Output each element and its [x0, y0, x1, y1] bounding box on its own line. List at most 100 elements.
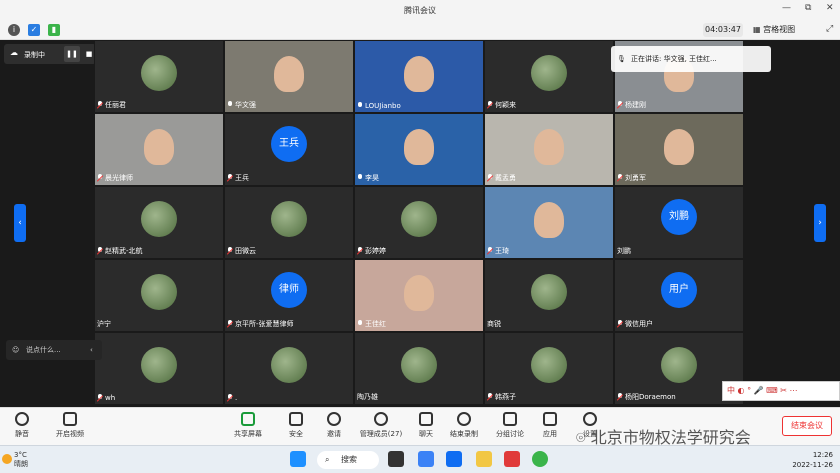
meeting-timer: 04:03:47	[703, 23, 743, 37]
maximize-button[interactable]: ⧉	[805, 3, 811, 13]
weather-text: 晴朗	[14, 460, 28, 468]
participant-name: 赵精武-北航	[105, 247, 143, 255]
breakout-button[interactable]: 分组讨论	[488, 410, 532, 439]
participant-label: 陶乃雄	[357, 392, 378, 402]
participant-tile[interactable]: 任丽君	[94, 40, 224, 113]
mic-muted-icon	[617, 393, 623, 401]
participant-tile[interactable]: 王佳红	[354, 259, 484, 332]
record-label: 结束录制	[450, 430, 478, 438]
invite-button[interactable]: 邀请	[312, 410, 356, 439]
participant-label: 晨光律师	[97, 173, 133, 183]
participant-label: 赵精武-北航	[97, 246, 143, 256]
close-button[interactable]: ✕	[826, 3, 834, 13]
participant-tile[interactable]: 赵精武-北航	[94, 186, 224, 259]
participant-tile[interactable]: 商锐	[484, 259, 614, 332]
avatar	[531, 346, 567, 383]
apps-icon	[543, 412, 557, 426]
participant-label: 刘鹏	[617, 246, 631, 256]
participant-label: 田微云	[227, 246, 256, 256]
mic-muted-icon	[617, 320, 623, 328]
avatar	[271, 200, 307, 237]
security-label: 安全	[289, 430, 303, 438]
wechat-taskbar-icon[interactable]	[532, 451, 548, 467]
info-icon[interactable]: i	[8, 24, 20, 36]
windows-taskbar: 3°C 晴朗 ⌕ 搜索 12:26 2022-11-26	[0, 445, 840, 473]
active-speaker-banner: 🎙 正在讲话: 华文强, 王佳红...	[611, 46, 771, 72]
participant-tile[interactable]: 用户微信用户	[614, 259, 744, 332]
participant-tile[interactable]: 戴孟勇	[484, 113, 614, 186]
tencent-meeting-taskbar-icon[interactable]	[446, 451, 462, 467]
participant-tile[interactable]: 沪宁	[94, 259, 224, 332]
weather-widget[interactable]: 3°C 晴朗	[14, 451, 28, 469]
participant-tile[interactable]: wh	[94, 332, 224, 405]
record-icon	[457, 412, 471, 426]
mic-muted-icon	[227, 247, 233, 255]
text-avatar: 律师	[271, 271, 307, 308]
breakout-icon	[503, 412, 517, 426]
participant-name: 微信用户	[625, 320, 653, 328]
participant-name: 戴孟勇	[495, 174, 516, 182]
participant-tile[interactable]: 李昊	[354, 113, 484, 186]
participant-name: 刘鹏	[617, 247, 631, 255]
mic-muted-icon	[487, 174, 493, 182]
mic-muted-icon	[357, 247, 363, 255]
participant-tile[interactable]: 陶乃雄	[354, 332, 484, 405]
folder-icon[interactable]	[476, 451, 492, 467]
participant-tile[interactable]: 彭婷婷	[354, 186, 484, 259]
participant-name: 沪宁	[97, 320, 111, 328]
mic-muted-icon	[97, 394, 103, 402]
participant-tile[interactable]: 王琦	[484, 186, 614, 259]
end-meeting-button[interactable]: 结束会议	[782, 416, 832, 436]
start-icon[interactable]	[290, 451, 306, 467]
participant-tile[interactable]: 刘勇军	[614, 113, 744, 186]
participant-name: 晨光律师	[105, 174, 133, 182]
participant-tile[interactable]: 何颖来	[484, 40, 614, 113]
participant-label: LOUJianbo	[357, 102, 401, 110]
video-button[interactable]: 开启视频	[48, 410, 92, 439]
participant-label: 杨建刚	[617, 100, 646, 110]
title-bar: 腾讯会议 — ⧉ ✕	[0, 0, 840, 20]
participant-name: 彭婷婷	[365, 247, 386, 255]
gallery-view-button[interactable]: ▦ 宫格视图	[753, 23, 795, 37]
participant-tile[interactable]: 律师京平所-张爱慧律师	[224, 259, 354, 332]
chat-label: 聊天	[419, 430, 433, 438]
ime-toolbar[interactable]: 中 ◐ ° 🎤 ⌨ ✂ ⋯	[722, 381, 840, 401]
avatar	[401, 346, 437, 383]
text-avatar: 王兵	[271, 125, 307, 162]
participant-name: 杨建刚	[625, 101, 646, 109]
camera-icon	[63, 412, 77, 426]
participant-label: 王琦	[487, 246, 509, 256]
mic-icon	[357, 174, 363, 182]
participant-tile[interactable]: 王兵 王兵	[224, 113, 354, 186]
mute-button[interactable]: 静音	[0, 410, 44, 439]
participant-label: 京平所-张爱慧律师	[227, 319, 294, 329]
signal-icon[interactable]: ▮	[48, 24, 60, 36]
text-avatar: 用户	[661, 271, 697, 308]
end-recording-button[interactable]: 结束录制	[442, 410, 486, 439]
participant-tile[interactable]: .	[224, 332, 354, 405]
app-icon-1[interactable]	[418, 451, 434, 467]
participant-tile[interactable]: 华文强	[224, 40, 354, 113]
pause-recording-button[interactable]: ❚❚	[64, 46, 80, 62]
fullscreen-icon[interactable]: ⤢	[826, 24, 833, 34]
system-clock[interactable]: 12:26 2022-11-26	[783, 450, 833, 470]
minimize-button[interactable]: —	[782, 3, 791, 13]
chat-input[interactable]: ☺ 说点什么... ‹	[6, 340, 102, 360]
task-view-icon[interactable]	[388, 451, 404, 467]
taskbar-search[interactable]: ⌕ 搜索	[317, 451, 379, 469]
participant-tile[interactable]: 韩燕子	[484, 332, 614, 405]
prev-page-button[interactable]: ‹	[14, 204, 26, 242]
mic-muted-icon	[97, 101, 103, 109]
shield-icon[interactable]: ✓	[28, 24, 40, 36]
manage-members-button[interactable]: 管理成员(27)	[356, 410, 406, 439]
participant-tile[interactable]: 刘鹏 刘鹏	[614, 186, 744, 259]
wps-icon[interactable]	[504, 451, 520, 467]
participant-tile[interactable]: 晨光律师	[94, 113, 224, 186]
share-screen-button[interactable]: 共享屏幕	[226, 410, 270, 439]
video-feed	[404, 55, 434, 92]
participant-tile[interactable]: LOUJianbo	[354, 40, 484, 113]
next-page-button[interactable]: ›	[814, 204, 826, 242]
participant-tile[interactable]: 田微云	[224, 186, 354, 259]
apps-button[interactable]: 应用	[528, 410, 572, 439]
collapse-chat-button[interactable]: ‹	[90, 340, 93, 360]
